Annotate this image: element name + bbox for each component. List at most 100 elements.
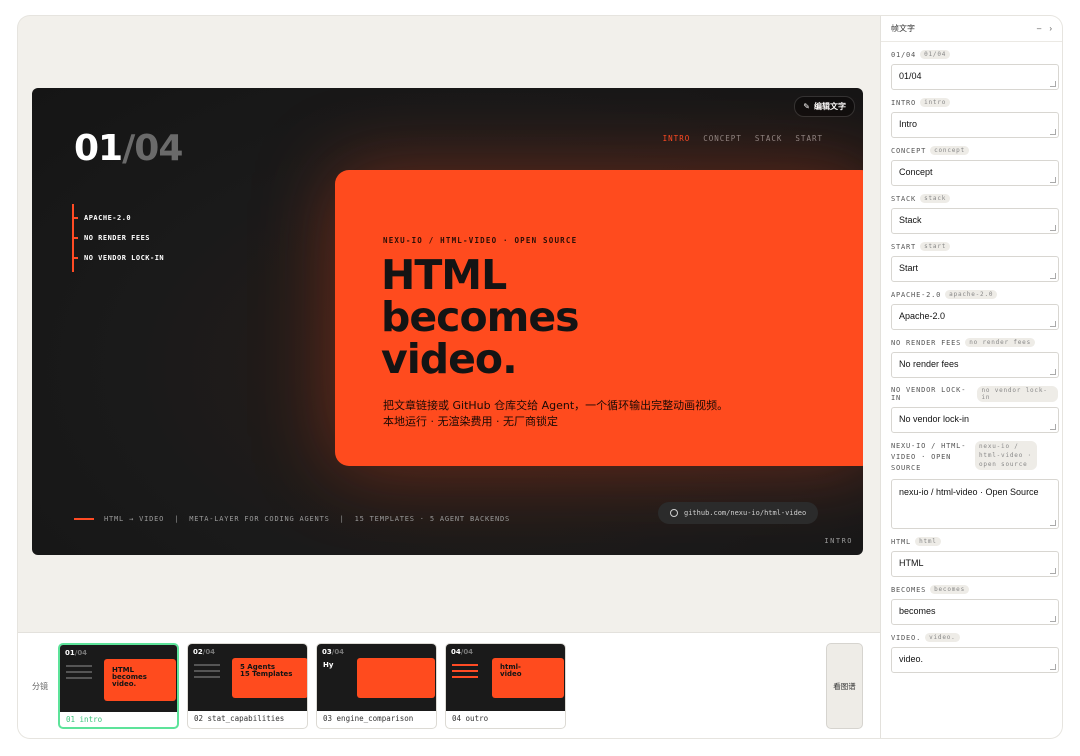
field-tag: start — [920, 242, 951, 251]
video-footer: HTML → VIDEO | META-LAYER FOR CODING AGE… — [74, 515, 510, 523]
thumb-caption: 03 engine_comparison — [323, 714, 414, 723]
text-field: BECOMES becomes becomes — [881, 577, 1062, 625]
feature-list: APACHE-2.0 NO RENDER FEES NO VENDOR LOCK… — [71, 204, 164, 272]
storyboard-thumb[interactable]: 04/04 html-video 04 outro — [445, 643, 566, 729]
thumb-counter: 01/04 — [65, 649, 88, 657]
field-label: HTML html — [891, 537, 1058, 546]
field-label: NO RENDER FEES no render fees — [891, 338, 1058, 347]
headline-line: video. — [381, 335, 518, 383]
footer-text: HTML → VIDEO — [104, 515, 165, 523]
frame-text-panel: 帧文字 – › 01/04 01/04 01/04 INTRO intro Intr… — [880, 16, 1062, 738]
minimize-icon[interactable]: – — [1037, 24, 1041, 33]
thumb-title: HTML becomes video. — [112, 666, 147, 688]
counter-current: 01 — [74, 128, 123, 169]
field-input[interactable]: Intro — [891, 112, 1059, 138]
field-label: BECOMES becomes — [891, 585, 1058, 594]
hero-headline: HTML becomes video. — [381, 251, 580, 383]
thumb-title: html-video — [500, 663, 522, 678]
storyboard-thumb[interactable]: 01/04 HTML becomes video. 01 intro — [58, 643, 179, 729]
text-field: NO RENDER FEES no render fees No render f… — [881, 330, 1062, 378]
counter-sep: / — [122, 128, 135, 169]
text-field: APACHE-2.0 apache-2.0 Apache-2.0 — [881, 282, 1062, 330]
video-nav: INTRO CONCEPT STACK START — [663, 134, 823, 143]
video-frame: ✎ 编辑文字 01/04 INTRO CONCEPT STACK START A… — [32, 88, 863, 555]
field-tag: nexu-io / html-video · open source — [975, 441, 1037, 470]
nav-concept[interactable]: CONCEPT — [703, 134, 742, 143]
field-label: CONCEPT concept — [891, 146, 1058, 155]
footer-accent-line — [74, 518, 94, 520]
feature-item: NO VENDOR LOCK-IN — [71, 248, 164, 268]
field-tag: no vendor lock-in — [977, 386, 1058, 402]
field-input[interactable]: becomes — [891, 599, 1059, 625]
headline-line: HTML — [381, 251, 507, 299]
field-label: INTRO intro — [891, 98, 1058, 107]
chevron-right-icon[interactable]: › — [1049, 24, 1052, 33]
thumb-lines — [66, 665, 92, 683]
thumb-preview: 03/04 Hy — [317, 644, 436, 711]
field-tag: apache-2.0 — [945, 290, 998, 299]
field-tag: intro — [920, 98, 951, 107]
headline-line: becomes — [381, 293, 580, 341]
field-input[interactable]: No vendor lock-in — [891, 407, 1059, 433]
field-input[interactable]: Start — [891, 256, 1059, 282]
panel-controls: – › — [1037, 24, 1052, 33]
hero-panel: NEXU-IO / HTML-VIDEO · OPEN SOURCE HTML … — [335, 170, 863, 466]
scene-tag: INTRO — [824, 537, 853, 545]
field-input[interactable]: No render fees — [891, 352, 1059, 378]
footer-divider: | — [339, 515, 345, 523]
hero-description: 把文章链接或 GitHub 仓库交给 Agent，一个循环输出完整动画视频。 本… — [383, 398, 728, 430]
feature-item: APACHE-2.0 — [71, 208, 164, 228]
text-field: CONCEPT concept Concept — [881, 138, 1062, 186]
field-label: NEXU-IO / HTML-VIDEO · OPEN SOURCE nexu-i… — [891, 441, 1058, 474]
github-url: github.com/nexu-io/html-video — [684, 509, 807, 517]
nav-intro[interactable]: INTRO — [663, 134, 691, 143]
text-field: 01/04 01/04 01/04 — [881, 42, 1062, 90]
nav-stack[interactable]: STACK — [755, 134, 783, 143]
thumb-caption: 02 stat_capabilities — [194, 714, 285, 723]
field-tag: video. — [925, 633, 960, 642]
field-label: 01/04 01/04 — [891, 50, 1058, 59]
field-label: START start — [891, 242, 1058, 251]
field-input[interactable]: nexu-io / html-video · Open Source — [891, 479, 1059, 529]
github-link[interactable]: github.com/nexu-io/html-video — [658, 502, 819, 524]
thumb-lines — [194, 664, 220, 682]
panel-title: 帧文字 — [891, 24, 915, 33]
text-field: NO VENDOR LOCK-IN no vendor lock-in No ve… — [881, 378, 1062, 433]
edit-text-button[interactable]: ✎ 编辑文字 — [794, 96, 855, 117]
field-input[interactable]: HTML — [891, 551, 1059, 577]
field-input[interactable]: Concept — [891, 160, 1059, 186]
field-tag: becomes — [930, 585, 969, 594]
footer-text: 15 TEMPLATES · 5 AGENT BACKENDS — [354, 515, 511, 523]
frame-counter: 01/04 — [74, 128, 183, 169]
text-field: VIDEO. video. video. — [881, 625, 1062, 673]
description-line: 把文章链接或 GitHub 仓库交给 Agent，一个循环输出完整动画视频。 — [383, 399, 729, 412]
text-field: HTML html HTML — [881, 529, 1062, 577]
storyboard-strip: 分镜 01/04 HTML becomes video. 01 intro 02/0… — [18, 632, 880, 738]
storyboard-thumb[interactable]: 02/04 5 Agents 15 Templates 02 stat_capab… — [187, 643, 308, 729]
edit-text-label: 编辑文字 — [814, 102, 846, 111]
field-tag: html — [915, 537, 941, 546]
storyboard-thumb[interactable]: 03/04 Hy 03 engine_comparison — [316, 643, 437, 729]
nav-start[interactable]: START — [795, 134, 823, 143]
field-input[interactable]: video. — [891, 647, 1059, 673]
thumb-preview: 04/04 html-video — [446, 644, 565, 711]
thumb-caption: 01 intro — [66, 715, 103, 724]
field-input[interactable]: Apache-2.0 — [891, 304, 1059, 330]
feature-item: NO RENDER FEES — [71, 228, 164, 248]
thumb-preview: 01/04 HTML becomes video. — [60, 645, 177, 712]
description-line: 本地运行 · 无渲染费用 · 无厂商锁定 — [383, 415, 558, 428]
app-window: ✎ 编辑文字 01/04 INTRO CONCEPT STACK START A… — [18, 16, 1062, 738]
field-label: VIDEO. video. — [891, 633, 1058, 642]
thumb-panel — [357, 658, 435, 698]
pencil-icon: ✎ — [803, 102, 810, 111]
storyboard-label: 分镜 — [32, 682, 48, 691]
text-field: START start Start — [881, 234, 1062, 282]
view-graph-button[interactable]: 看图谱 — [826, 643, 863, 729]
thumb-lines — [452, 664, 478, 682]
field-input[interactable]: Stack — [891, 208, 1059, 234]
field-label: APACHE-2.0 apache-2.0 — [891, 290, 1058, 299]
footer-divider: | — [174, 515, 180, 523]
preview-stage: ✎ 编辑文字 01/04 INTRO CONCEPT STACK START A… — [18, 16, 880, 632]
thumb-caption: 04 outro — [452, 714, 489, 723]
field-input[interactable]: 01/04 — [891, 64, 1059, 90]
